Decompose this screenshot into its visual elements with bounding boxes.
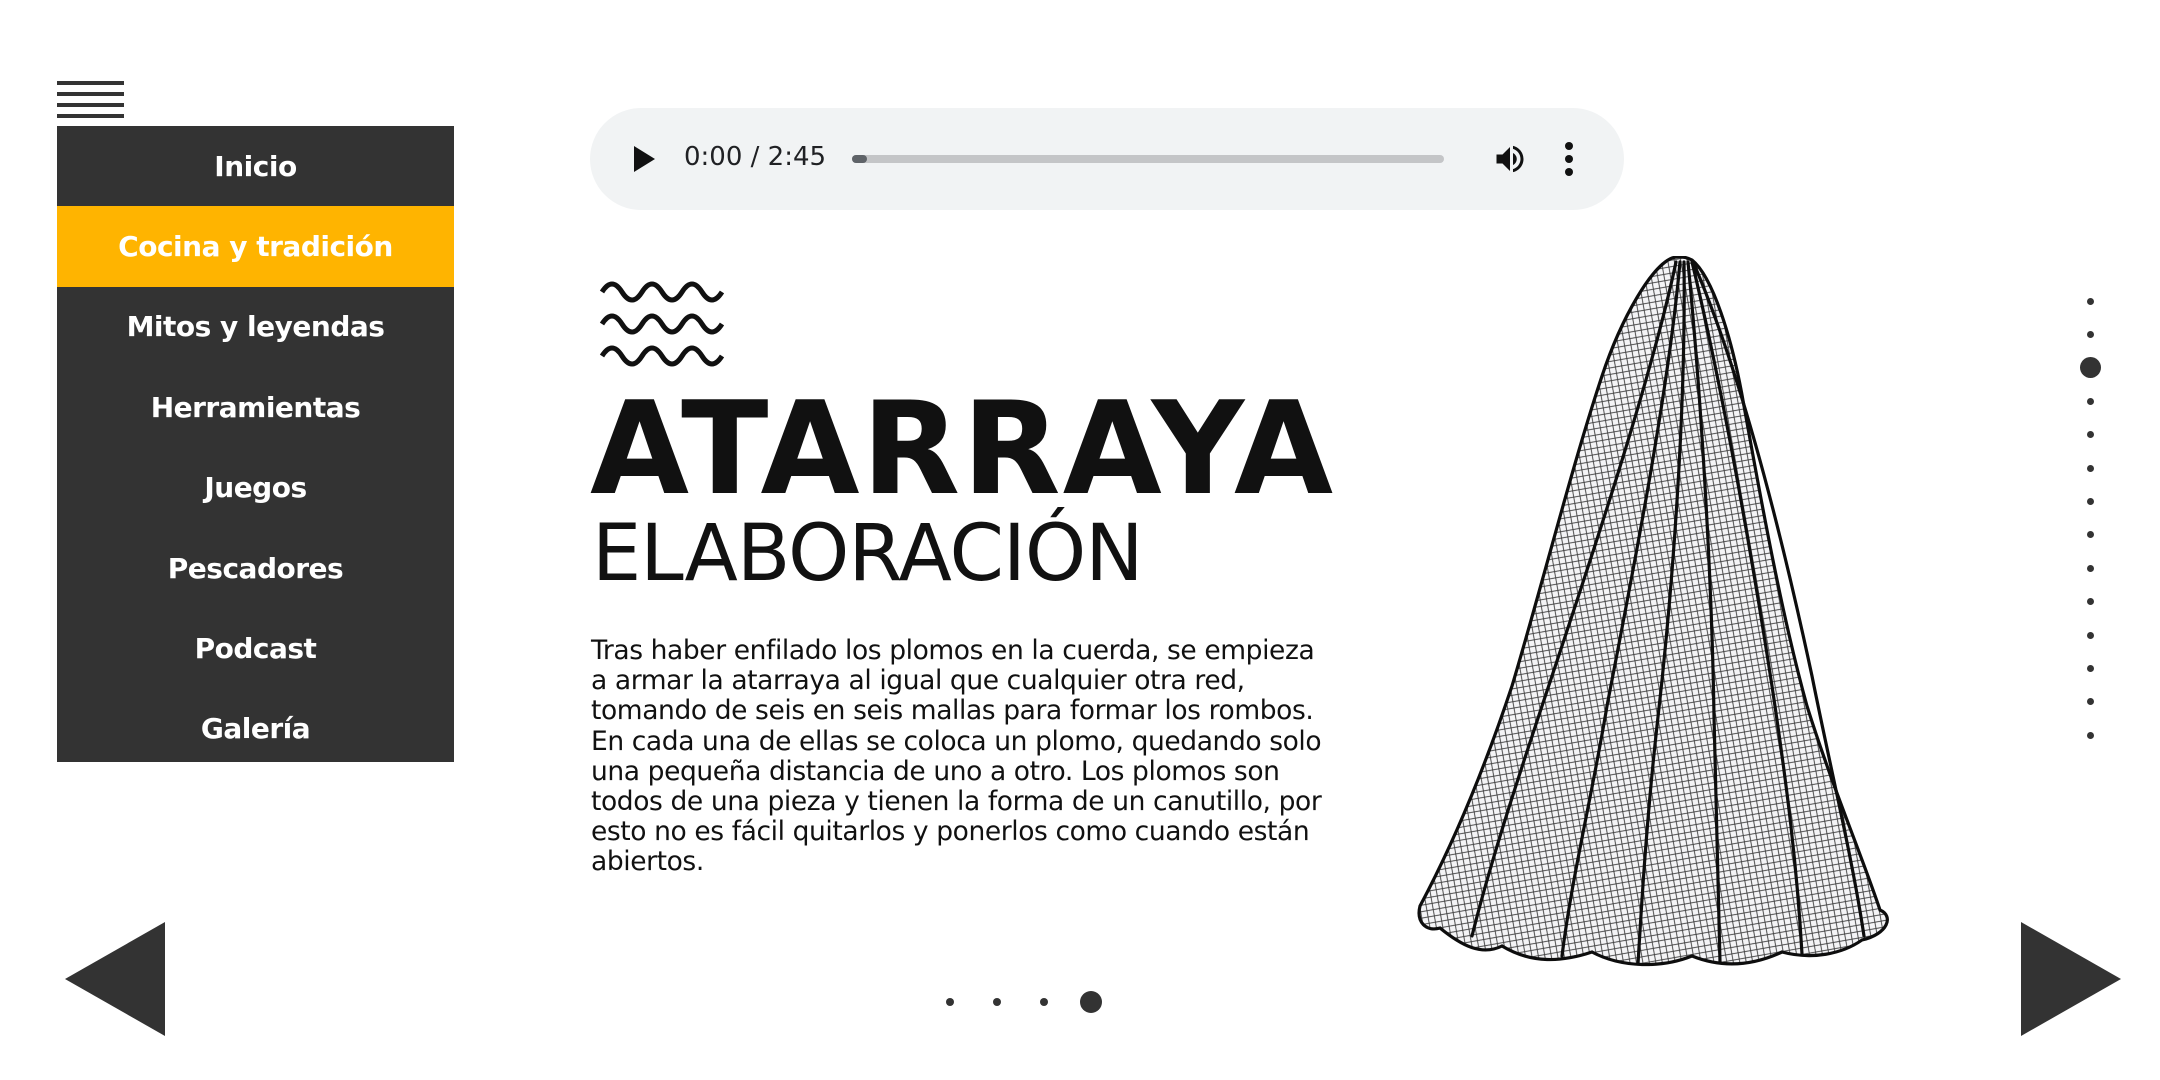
arrow-left-icon[interactable] [65,922,165,1036]
menu-item-juegos[interactable]: Juegos [57,448,454,528]
horizontal-page-dot[interactable] [1080,991,1102,1013]
play-icon[interactable] [634,146,655,172]
page: Inicio Cocina y tradición Mitos y leyend… [0,0,2160,1080]
menu-item-galeria[interactable]: Galería [57,689,454,769]
menu-item-mitos-y-leyendas[interactable]: Mitos y leyendas [57,287,454,367]
page-subtitle: ELABORACIÓN [592,509,1144,599]
menu-item-herramientas[interactable]: Herramientas [57,367,454,447]
vertical-page-dot[interactable] [2087,464,2094,472]
cast-net-illustration [1417,256,1889,967]
horizontal-page-dot[interactable] [946,998,954,1006]
vertical-page-dot[interactable] [2087,731,2094,739]
audio-progress-bar[interactable] [852,155,1444,163]
menu-item-pescadores[interactable]: Pescadores [57,528,454,608]
body-paragraph: Tras haber enfilado los plomos en la cue… [591,635,1322,878]
volume-icon[interactable] [1492,141,1528,177]
hamburger-menu-icon[interactable] [57,81,124,121]
vertical-page-dot[interactable] [2087,397,2094,405]
side-menu: Inicio Cocina y tradición Mitos y leyend… [57,126,454,762]
vertical-pagination [2070,290,2110,750]
vertical-page-dot[interactable] [2087,564,2094,572]
vertical-page-dot[interactable] [2080,357,2101,379]
audio-progress-fill [852,155,867,163]
vertical-page-dot[interactable] [2087,631,2094,639]
arrow-right-icon[interactable] [2021,922,2121,1036]
vertical-page-dot[interactable] [2087,297,2094,305]
page-title: ATARRAYA [590,375,1335,524]
vertical-page-dot[interactable] [2087,531,2094,539]
vertical-page-dot[interactable] [2087,497,2094,505]
vertical-page-dot[interactable] [2087,330,2094,338]
vertical-page-dot[interactable] [2087,431,2094,439]
vertical-page-dot[interactable] [2087,698,2094,706]
wave-icon [599,281,724,367]
horizontal-page-dot[interactable] [1040,998,1048,1006]
menu-item-inicio[interactable]: Inicio [57,126,454,206]
horizontal-page-dot[interactable] [993,998,1001,1006]
vertical-page-dot[interactable] [2087,664,2094,672]
menu-item-cocina-y-tradicion[interactable]: Cocina y tradición [57,206,454,287]
vertical-page-dot[interactable] [2087,598,2094,606]
menu-item-podcast[interactable]: Podcast [57,608,454,688]
audio-player: 0:00 / 2:45 [590,108,1624,210]
audio-time: 0:00 / 2:45 [684,142,827,172]
more-options-icon[interactable] [1564,142,1574,176]
